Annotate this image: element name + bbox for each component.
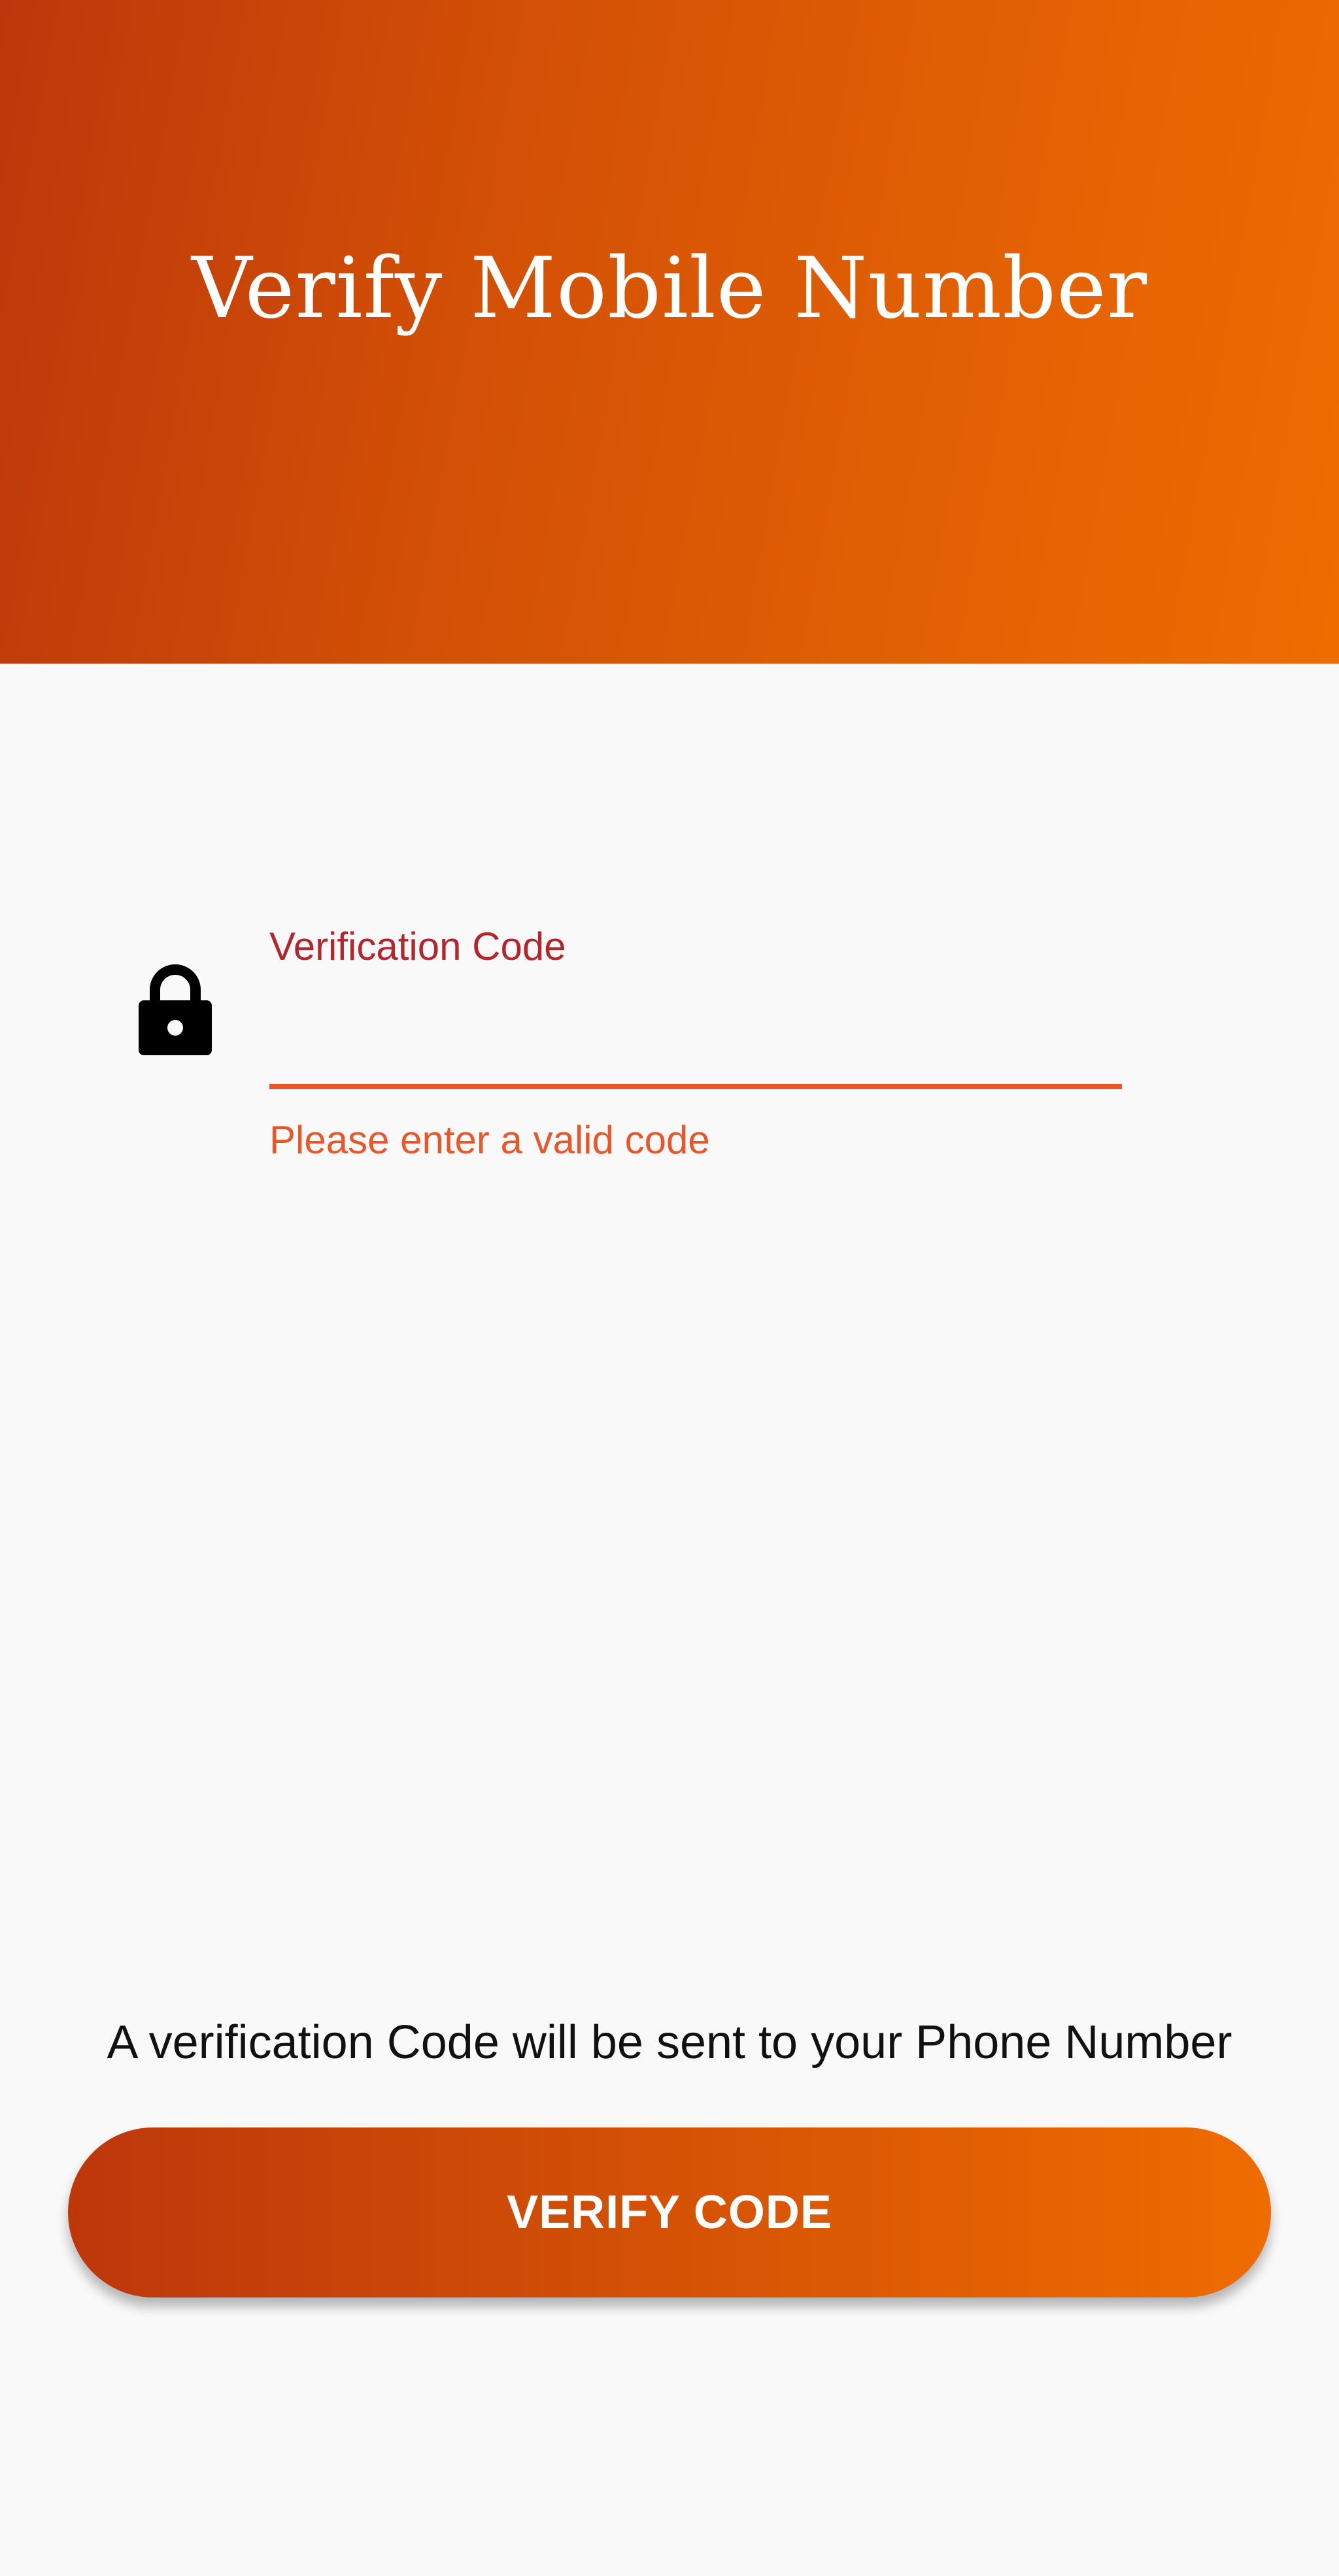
lock-icon: [139, 964, 212, 1055]
header-banner: Verify Mobile Number: [0, 0, 1339, 664]
verify-code-button[interactable]: VERIFY CODE: [68, 2127, 1271, 2297]
verification-code-input[interactable]: [269, 981, 1122, 1043]
verification-code-label: Verification Code: [269, 924, 566, 968]
page-title: Verify Mobile Number: [192, 240, 1147, 337]
verification-code-error: Please enter a valid code: [269, 1118, 710, 1162]
verification-code-field: Verification Code Please enter a valid c…: [269, 915, 1122, 1177]
info-message: A verification Code will be sent to your…: [107, 2016, 1232, 2069]
input-underline: [269, 1084, 1122, 1089]
